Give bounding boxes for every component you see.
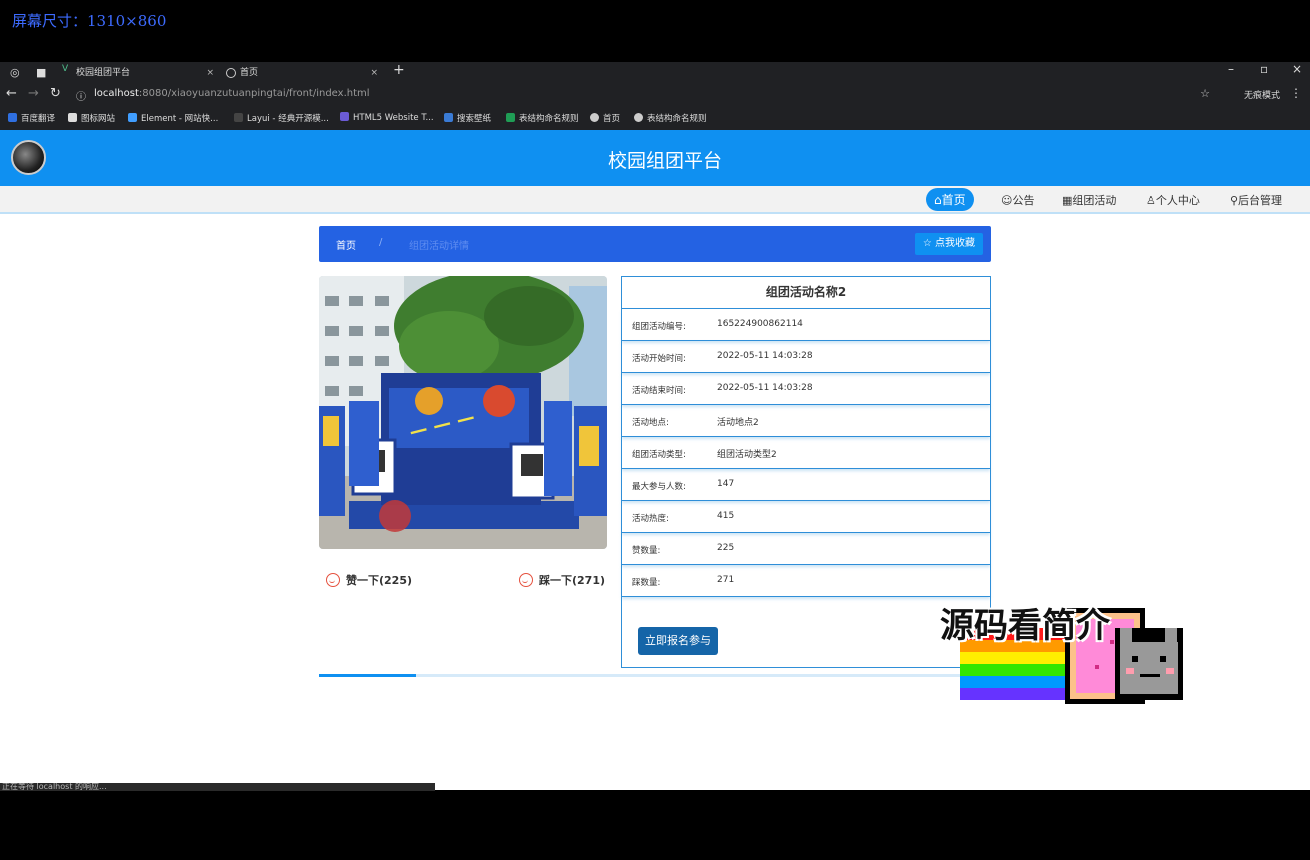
detail-row: 活动热度: 415 bbox=[622, 501, 990, 533]
globe-icon bbox=[634, 113, 643, 122]
incognito-label[interactable]: 无痕模式 bbox=[1244, 88, 1280, 101]
translate-icon bbox=[8, 113, 17, 122]
bookmark-item[interactable]: 图标网站 bbox=[68, 112, 115, 124]
sheet-icon bbox=[506, 113, 515, 122]
element-icon bbox=[128, 113, 137, 122]
browser-status-tip: 正在等待 localhost 的响应... bbox=[0, 783, 435, 791]
url-path: :8080/xiaoyuanzutuanpingtai/front/index.… bbox=[138, 88, 370, 99]
new-tab-button[interactable]: + bbox=[393, 62, 405, 78]
tab-home[interactable]: 首页 × bbox=[224, 64, 386, 82]
overlay-caption: 源码看简介 bbox=[940, 606, 1110, 646]
nav-group-activity[interactable]: ▦组团活动 bbox=[1062, 192, 1116, 208]
browser-icon: ◎ bbox=[10, 66, 20, 79]
site-title: 校园组团平台 bbox=[607, 150, 722, 172]
join-button[interactable]: 立即报名参与 bbox=[638, 627, 718, 655]
back-icon[interactable]: ← bbox=[6, 86, 17, 101]
minimize-icon[interactable]: – bbox=[1228, 62, 1234, 76]
bookmark-item[interactable]: Layui - 经典开源模... bbox=[234, 112, 329, 124]
loading-progress-bar bbox=[319, 674, 991, 677]
breadcrumb-separator: / bbox=[379, 237, 383, 248]
info-icon[interactable]: ⓘ bbox=[76, 88, 86, 103]
bookmark-item[interactable]: HTML5 Website T... bbox=[340, 112, 434, 123]
detail-row: 赞数量: 225 bbox=[622, 533, 990, 565]
close-icon[interactable]: × bbox=[206, 64, 214, 82]
close-icon[interactable]: × bbox=[370, 64, 378, 82]
vue-icon: V bbox=[62, 64, 69, 74]
breadcrumb-current: 组团活动详情 bbox=[409, 241, 469, 252]
globe-icon bbox=[226, 68, 236, 78]
bookmark-item[interactable]: 百度翻译 bbox=[8, 112, 55, 124]
screen: 屏幕尺寸：1310×860 ◎ ■ V 校园组团平台 × 首页 × + – ▫ … bbox=[0, 0, 1310, 860]
close-window-icon[interactable]: × bbox=[1292, 62, 1302, 76]
nav-home[interactable]: ⌂首页 bbox=[926, 188, 974, 211]
breadcrumb: 首页 / 组团活动详情 ☆ 点我收藏 bbox=[319, 226, 991, 262]
detail-row: 活动开始时间: 2022-05-11 14:03:28 bbox=[622, 341, 990, 373]
progress-fill bbox=[319, 674, 417, 677]
more-menu-icon[interactable]: ⋮ bbox=[1290, 86, 1302, 100]
site-header: 校园组团平台 bbox=[0, 130, 1310, 186]
tab-campus-platform[interactable]: V 校园组团平台 × bbox=[60, 64, 222, 82]
favorite-button[interactable]: ☆ 点我收藏 bbox=[914, 233, 983, 255]
bookmark-item[interactable]: 搜索壁纸 bbox=[444, 112, 491, 124]
smile-icon bbox=[326, 573, 340, 587]
wallpaper-icon bbox=[444, 113, 453, 122]
like-label: 赞一下(225) bbox=[346, 574, 413, 587]
address-bar: ← → ↻ ⓘ localhost:8080/xiaoyuanzutuanpin… bbox=[0, 84, 1310, 106]
nav-personal-center[interactable]: ♙个人中心 bbox=[1146, 192, 1200, 208]
breadcrumb-home[interactable]: 首页 bbox=[336, 237, 356, 252]
detail-row: 活动地点: 活动地点2 bbox=[622, 405, 990, 437]
tab-label: 校园组团平台 bbox=[76, 68, 131, 78]
activity-photo: — — — bbox=[319, 276, 607, 549]
bookmark-item[interactable]: 表结构命名规则 bbox=[506, 112, 579, 124]
nav-notice[interactable]: ☺公告 bbox=[1001, 192, 1034, 208]
flag-icon bbox=[68, 113, 77, 122]
html5-icon bbox=[340, 112, 349, 121]
maximize-icon[interactable]: ▫ bbox=[1260, 62, 1268, 76]
forward-icon[interactable]: → bbox=[28, 86, 39, 101]
bookmark-star-icon[interactable]: ☆ bbox=[1200, 87, 1210, 100]
tab-label: 首页 bbox=[240, 68, 259, 78]
dislike-label: 踩一下(271) bbox=[539, 574, 606, 587]
like-button[interactable]: 赞一下(225) bbox=[326, 572, 412, 588]
layui-icon bbox=[234, 113, 243, 122]
detail-row: 组团活动类型: 组团活动类型2 bbox=[622, 437, 990, 469]
detail-row: 活动结束时间: 2022-05-11 14:03:28 bbox=[622, 373, 990, 405]
tab-bar: ◎ ■ V 校园组团平台 × 首页 × + – ▫ × bbox=[0, 62, 1310, 82]
detail-row: 组团活动编号: 165224900862114 bbox=[622, 309, 990, 341]
globe-icon bbox=[590, 113, 599, 122]
dislike-button[interactable]: 踩一下(271) bbox=[519, 572, 605, 588]
activity-photo-illustration: — — — bbox=[319, 276, 607, 549]
detail-row: 踩数量: 271 bbox=[622, 565, 990, 597]
window-icon[interactable]: ■ bbox=[36, 66, 46, 79]
browser-chrome: ◎ ■ V 校园组团平台 × 首页 × + – ▫ × ← → ↻ ⓘ loca… bbox=[0, 62, 1310, 130]
url-field[interactable]: localhost:8080/xiaoyuanzutuanpingtai/fro… bbox=[94, 88, 370, 99]
screen-size-caption: 屏幕尺寸：1310×860 bbox=[12, 12, 167, 30]
bookmark-item[interactable]: 首页 bbox=[590, 112, 620, 124]
main-nav: ⌂首页 ☺公告 ▦组团活动 ♙个人中心 ⚲后台管理 bbox=[0, 186, 1310, 214]
bookmarks-bar: 百度翻译 图标网站 Element - 网站快... Layui - 经典开源模… bbox=[0, 110, 1310, 128]
smile-icon bbox=[519, 573, 533, 587]
nav-admin[interactable]: ⚲后台管理 bbox=[1230, 192, 1282, 208]
activity-detail-panel: 组团活动名称2 组团活动编号: 165224900862114 活动开始时间: 20… bbox=[621, 276, 991, 668]
detail-row: 最大参与人数: 147 bbox=[622, 469, 990, 501]
reload-icon[interactable]: ↻ bbox=[50, 86, 61, 101]
url-host: localhost bbox=[94, 88, 139, 99]
bookmark-item[interactable]: Element - 网站快... bbox=[128, 112, 218, 124]
activity-title: 组团活动名称2 bbox=[622, 277, 990, 309]
bookmark-item[interactable]: 表结构命名规则 bbox=[634, 112, 707, 124]
